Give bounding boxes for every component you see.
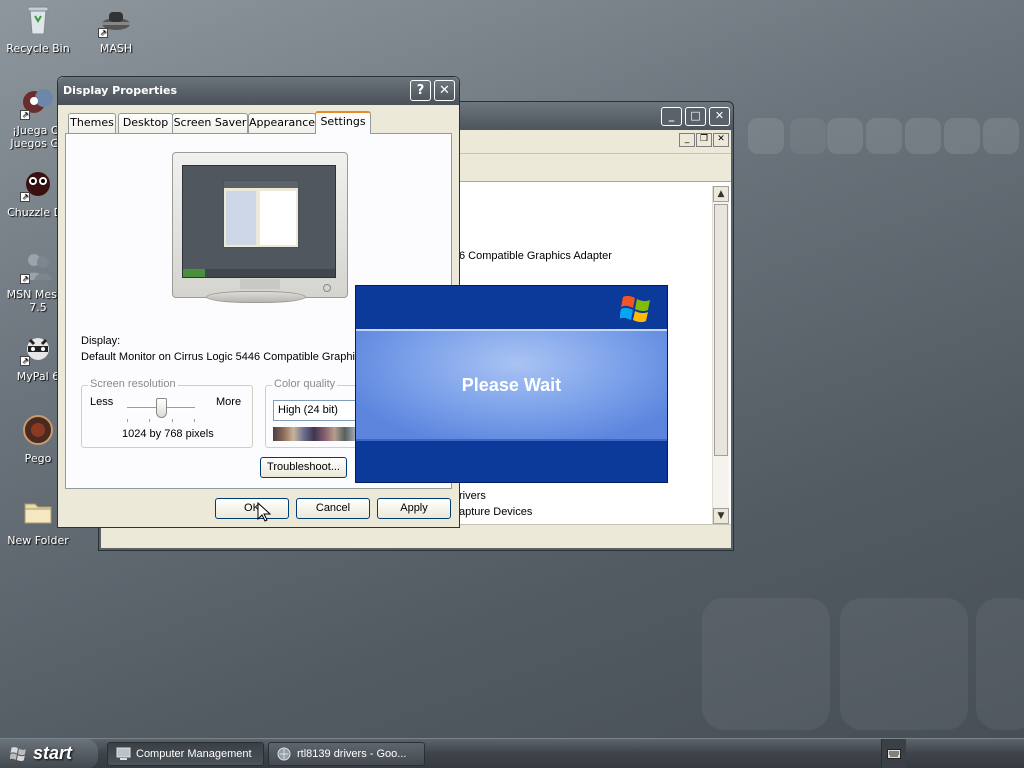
mypal-icon: ↗ xyxy=(20,332,54,366)
recycle-bin-icon xyxy=(22,4,54,36)
resolution-value: 1024 by 768 pixels xyxy=(122,428,214,440)
child-restore-button[interactable]: ❐ xyxy=(696,133,712,147)
close-button[interactable]: ✕ xyxy=(434,80,455,101)
desktop-icon-label: Recycle Bin xyxy=(6,42,70,55)
scroll-up-icon[interactable]: ▲ xyxy=(713,186,729,202)
close-button[interactable]: ✕ xyxy=(709,107,730,126)
scroll-thumb[interactable] xyxy=(714,204,728,456)
desktop-icon-mash[interactable]: ↗ MASH xyxy=(78,4,154,55)
display-value: Default Monitor on Cirrus Logic 5446 Com… xyxy=(81,351,366,363)
tab-settings[interactable]: Settings xyxy=(315,111,371,134)
vertical-scrollbar[interactable]: ▲ ▼ xyxy=(712,186,729,524)
folder-icon xyxy=(22,496,54,528)
mouse-cursor-icon xyxy=(257,501,272,525)
please-wait-dialog: Please Wait xyxy=(355,285,668,483)
troubleshoot-button[interactable]: Troubleshoot... xyxy=(260,457,347,478)
taskbar-button-computer-management[interactable]: Computer Management xyxy=(107,742,264,766)
scroll-down-icon[interactable]: ▼ xyxy=(713,508,729,524)
group-title: Screen resolution xyxy=(88,378,178,390)
more-label: More xyxy=(216,396,242,408)
dialog-titlebar[interactable]: Display Properties ? ✕ xyxy=(58,77,459,105)
start-label: start xyxy=(33,743,73,763)
desktop-icon-recycle-bin[interactable]: Recycle Bin xyxy=(0,4,76,55)
start-button[interactable]: start xyxy=(0,739,98,768)
list-item[interactable]: rivers xyxy=(459,490,486,502)
pego-icon xyxy=(22,414,54,446)
color-quality-dropdown[interactable]: High (24 bit) xyxy=(273,400,361,421)
msn-icon: ↗ xyxy=(20,250,54,284)
system-tray[interactable] xyxy=(881,739,906,768)
computer-management-icon xyxy=(116,747,131,760)
mash-icon: ↗ xyxy=(98,4,132,38)
maximize-button[interactable]: □ xyxy=(685,107,706,126)
list-item[interactable]: apture Devices xyxy=(459,506,532,518)
display-label: Display: xyxy=(81,335,121,347)
color-preview-bar xyxy=(273,427,355,441)
taskbar-button-label: rtl8139 drivers - Goo... xyxy=(297,748,407,760)
taskbar-button-browser[interactable]: rtl8139 drivers - Goo... xyxy=(268,742,425,766)
tab-appearance[interactable]: Appearance xyxy=(248,113,316,133)
chuzzle-icon: ↗ xyxy=(20,168,54,202)
minimize-button[interactable]: _ xyxy=(661,107,682,126)
cancel-button[interactable]: Cancel xyxy=(296,498,370,519)
taskbar: start Computer Management rtl8139 driver… xyxy=(0,738,1024,768)
windows-logo-icon xyxy=(620,295,650,323)
less-label: Less xyxy=(90,396,114,408)
apply-button[interactable]: Apply xyxy=(377,498,451,519)
desktop-icon-label: MASH xyxy=(99,42,133,55)
desktop-icon-label: New Folder xyxy=(7,534,69,547)
child-minimize-button[interactable]: _ xyxy=(679,133,695,147)
dialog-title: Display Properties xyxy=(63,84,178,97)
windows-flag-icon xyxy=(10,747,26,761)
list-item[interactable]: 6 Compatible Graphics Adapter xyxy=(459,250,612,262)
taskbar-button-label: Computer Management xyxy=(136,748,252,760)
desktop-preview xyxy=(182,165,336,278)
monitor-preview xyxy=(172,152,348,298)
child-close-button[interactable]: ✕ xyxy=(713,133,729,147)
tab-themes[interactable]: Themes xyxy=(68,113,116,133)
help-button[interactable]: ? xyxy=(410,80,431,101)
group-title: Color quality xyxy=(272,378,338,390)
resolution-slider[interactable] xyxy=(156,398,167,418)
keyboard-icon[interactable] xyxy=(887,749,901,759)
games-icon: ↗ xyxy=(20,86,54,120)
ok-button[interactable]: OK xyxy=(215,498,289,519)
screen-resolution-group: Screen resolution Less More 1024 by 768 … xyxy=(81,378,253,448)
please-wait-message: Please Wait xyxy=(461,375,562,395)
power-icon xyxy=(323,284,331,292)
browser-icon xyxy=(277,747,291,761)
tab-desktop[interactable]: Desktop xyxy=(118,113,173,133)
tab-screen-saver[interactable]: Screen Saver xyxy=(172,113,248,133)
